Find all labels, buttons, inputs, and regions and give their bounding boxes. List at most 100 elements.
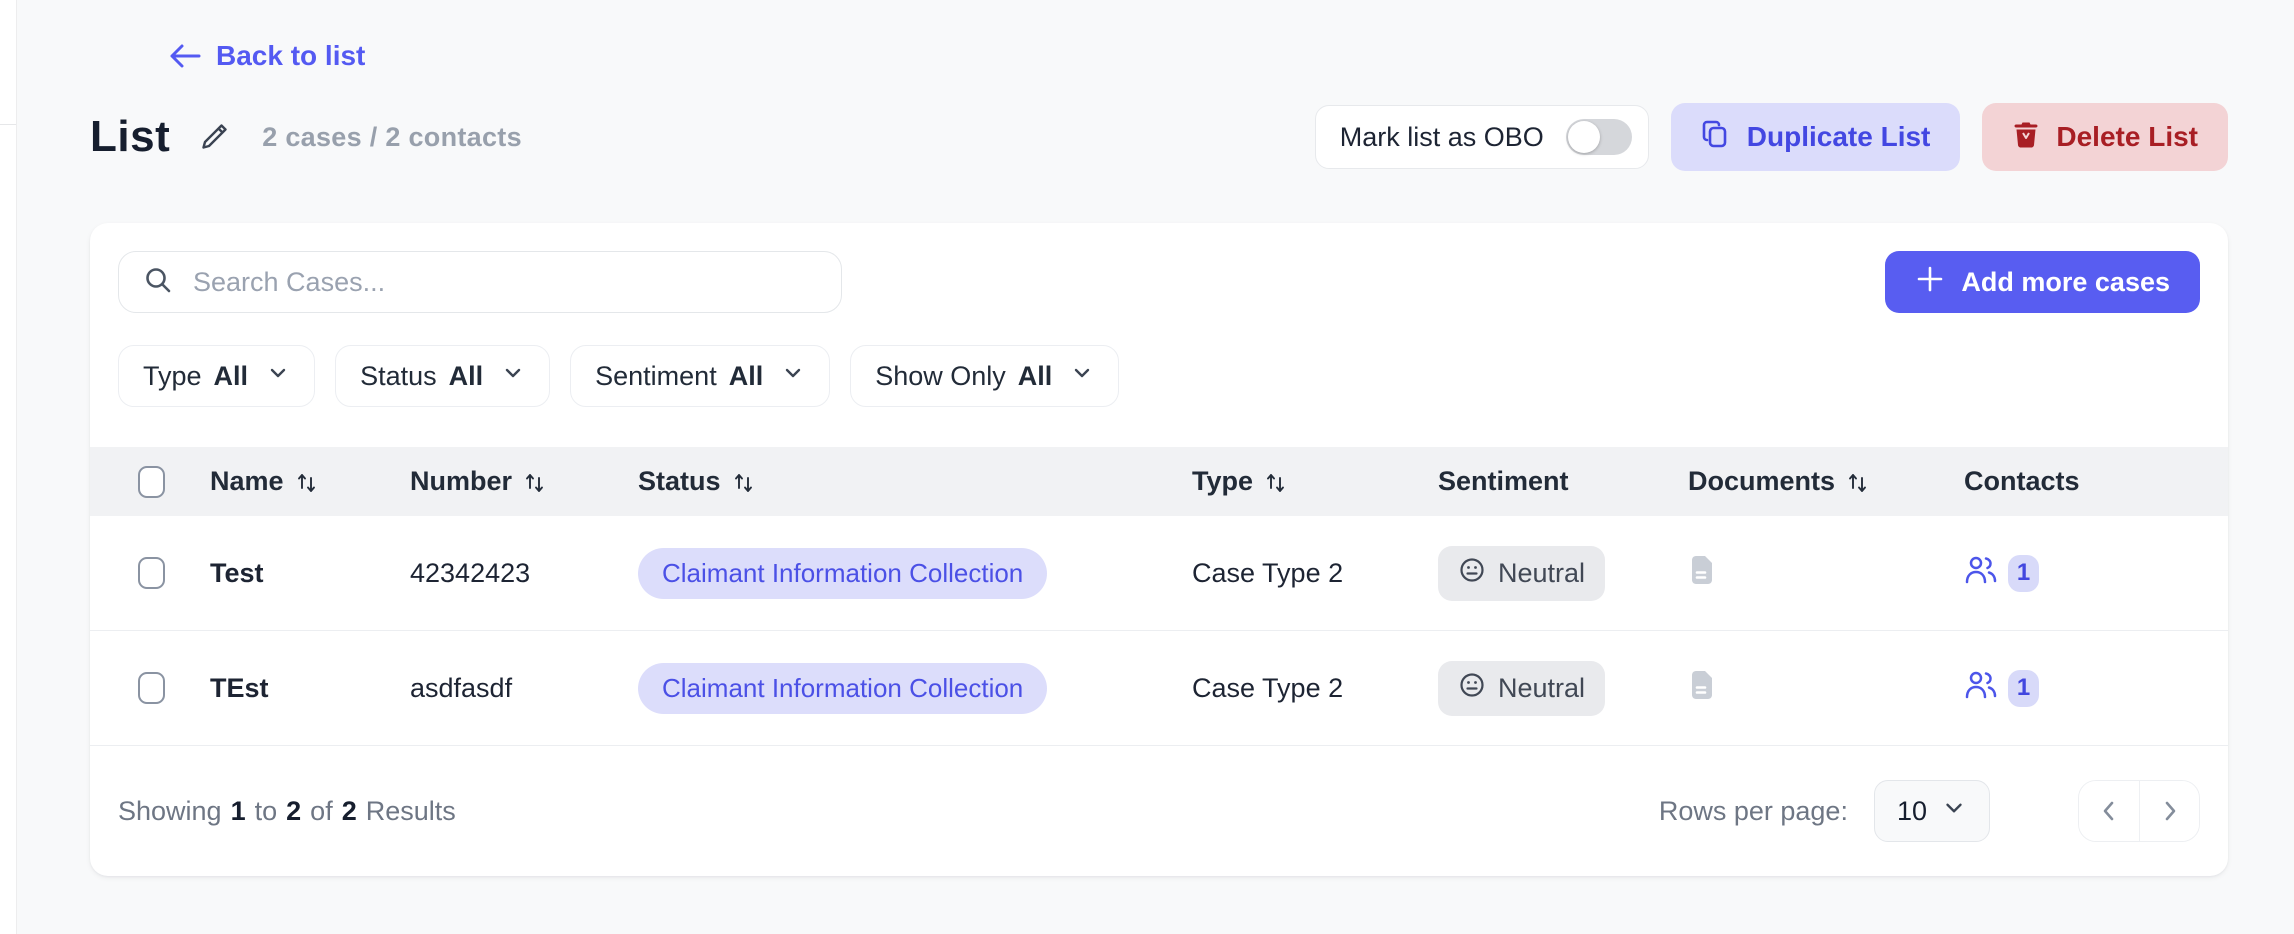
- file-icon: [1688, 553, 1716, 594]
- cases-table: Name Number Status Type Sentiment: [90, 447, 2228, 746]
- column-label: Sentiment: [1438, 466, 1569, 497]
- filters-row: Type All Status All Sentiment All Show O…: [90, 345, 2228, 407]
- next-page-button[interactable]: [2139, 781, 2199, 841]
- search-row: Add more cases: [90, 223, 2228, 313]
- row-checkbox[interactable]: [138, 557, 165, 589]
- column-header-contacts: Contacts: [1964, 466, 2228, 497]
- plus-icon: [1915, 264, 1945, 301]
- table-header-row: Name Number Status Type Sentiment: [90, 447, 2228, 516]
- add-more-cases-button[interactable]: Add more cases: [1885, 251, 2200, 313]
- filter-value: All: [1018, 361, 1053, 392]
- search-cases-input[interactable]: [193, 267, 817, 298]
- users-icon: [1964, 669, 1998, 708]
- arrow-left-icon: [168, 42, 202, 70]
- cases-contacts-count: 2 cases / 2 contacts: [262, 122, 522, 153]
- rows-per-page-value: 10: [1897, 796, 1927, 827]
- column-header-sentiment: Sentiment: [1438, 466, 1688, 497]
- page-title: List: [90, 112, 170, 162]
- cell-type: Case Type 2: [1192, 558, 1438, 589]
- toggle-knob: [1568, 121, 1600, 153]
- showing-text: of: [310, 796, 333, 827]
- sentiment-label: Neutral: [1498, 673, 1585, 704]
- contacts-count-badge: 1: [2008, 555, 2039, 592]
- filter-type[interactable]: Type All: [118, 345, 315, 407]
- column-header-name[interactable]: Name: [210, 466, 410, 497]
- search-box: [118, 251, 842, 313]
- status-badge: Claimant Information Collection: [638, 548, 1047, 599]
- users-icon: [1964, 554, 1998, 593]
- obo-toggle[interactable]: [1566, 119, 1632, 155]
- showing-text: to: [255, 796, 278, 827]
- chevron-down-icon: [260, 361, 290, 392]
- cell-name: Test: [210, 558, 410, 589]
- filter-value: All: [729, 361, 764, 392]
- page-content: Back to list List 2 cases / 2 contacts M…: [0, 0, 2294, 876]
- title-actions: Mark list as OBO Duplicate List: [1315, 103, 2228, 171]
- table-footer: Showing 1 to 2 of 2 Results Rows per pag…: [90, 746, 2228, 876]
- neutral-face-icon: [1458, 671, 1486, 706]
- back-to-list-link[interactable]: Back to list: [168, 40, 365, 72]
- sentiment-label: Neutral: [1498, 558, 1585, 589]
- showing-from: 1: [231, 796, 246, 827]
- obo-box: Mark list as OBO: [1315, 105, 1649, 169]
- pager: [2078, 780, 2200, 842]
- column-header-status[interactable]: Status: [638, 466, 1192, 497]
- duplicate-list-button[interactable]: Duplicate List: [1671, 103, 1961, 171]
- results-summary: Showing 1 to 2 of 2 Results: [118, 796, 456, 827]
- neutral-face-icon: [1458, 556, 1486, 591]
- cell-documents[interactable]: [1688, 553, 1964, 594]
- showing-to: 2: [286, 796, 301, 827]
- cell-number: 42342423: [410, 558, 638, 589]
- cell-name: TEst: [210, 673, 410, 704]
- pagination-controls: Rows per page: 10: [1659, 780, 2200, 842]
- cell-contacts[interactable]: 1: [1964, 554, 2228, 593]
- sort-icon: [524, 470, 546, 494]
- cell-contacts[interactable]: 1: [1964, 669, 2228, 708]
- cases-card: Add more cases Type All Status All Senti…: [90, 223, 2228, 876]
- filter-status[interactable]: Status All: [335, 345, 550, 407]
- sort-icon: [733, 470, 755, 494]
- trash-icon: [2012, 119, 2040, 156]
- table-row[interactable]: Test 42342423 Claimant Information Colle…: [90, 516, 2228, 631]
- search-icon: [143, 265, 173, 300]
- chevron-down-icon: [1941, 795, 1967, 828]
- filter-label: Status: [360, 361, 437, 392]
- filter-show-only[interactable]: Show Only All: [850, 345, 1119, 407]
- column-header-number[interactable]: Number: [410, 466, 638, 497]
- obo-label: Mark list as OBO: [1340, 122, 1544, 153]
- filter-sentiment[interactable]: Sentiment All: [570, 345, 830, 407]
- sort-icon: [1265, 470, 1287, 494]
- delete-list-button[interactable]: Delete List: [1982, 103, 2228, 171]
- column-header-documents[interactable]: Documents: [1688, 466, 1964, 497]
- sort-icon: [1847, 470, 1869, 494]
- filter-label: Type: [143, 361, 202, 392]
- column-label: Contacts: [1964, 466, 2080, 497]
- column-label: Name: [210, 466, 284, 497]
- filter-label: Show Only: [875, 361, 1006, 392]
- showing-text: Showing: [118, 796, 222, 827]
- copy-icon: [1701, 118, 1731, 157]
- delete-list-label: Delete List: [2056, 121, 2198, 153]
- cell-type: Case Type 2: [1192, 673, 1438, 704]
- duplicate-list-label: Duplicate List: [1747, 121, 1931, 153]
- cell-documents[interactable]: [1688, 668, 1964, 709]
- sort-icon: [296, 470, 318, 494]
- column-header-type[interactable]: Type: [1192, 466, 1438, 497]
- file-icon: [1688, 668, 1716, 709]
- table-row[interactable]: TEst asdfasdf Claimant Information Colle…: [90, 631, 2228, 746]
- filter-value: All: [214, 361, 249, 392]
- back-to-list-label: Back to list: [216, 40, 365, 72]
- add-more-cases-label: Add more cases: [1961, 267, 2170, 298]
- column-label: Type: [1192, 466, 1253, 497]
- select-all-checkbox[interactable]: [138, 466, 165, 498]
- title-row: List 2 cases / 2 contacts Mark list as O…: [90, 103, 2228, 171]
- previous-page-button[interactable]: [2079, 781, 2139, 841]
- rows-per-page-select[interactable]: 10: [1874, 780, 1990, 842]
- filter-label: Sentiment: [595, 361, 717, 392]
- showing-total: 2: [342, 796, 357, 827]
- sentiment-badge: Neutral: [1438, 661, 1605, 716]
- showing-text: Results: [366, 796, 456, 827]
- column-label: Status: [638, 466, 721, 497]
- edit-pencil-icon[interactable]: [196, 119, 232, 155]
- row-checkbox[interactable]: [138, 672, 165, 704]
